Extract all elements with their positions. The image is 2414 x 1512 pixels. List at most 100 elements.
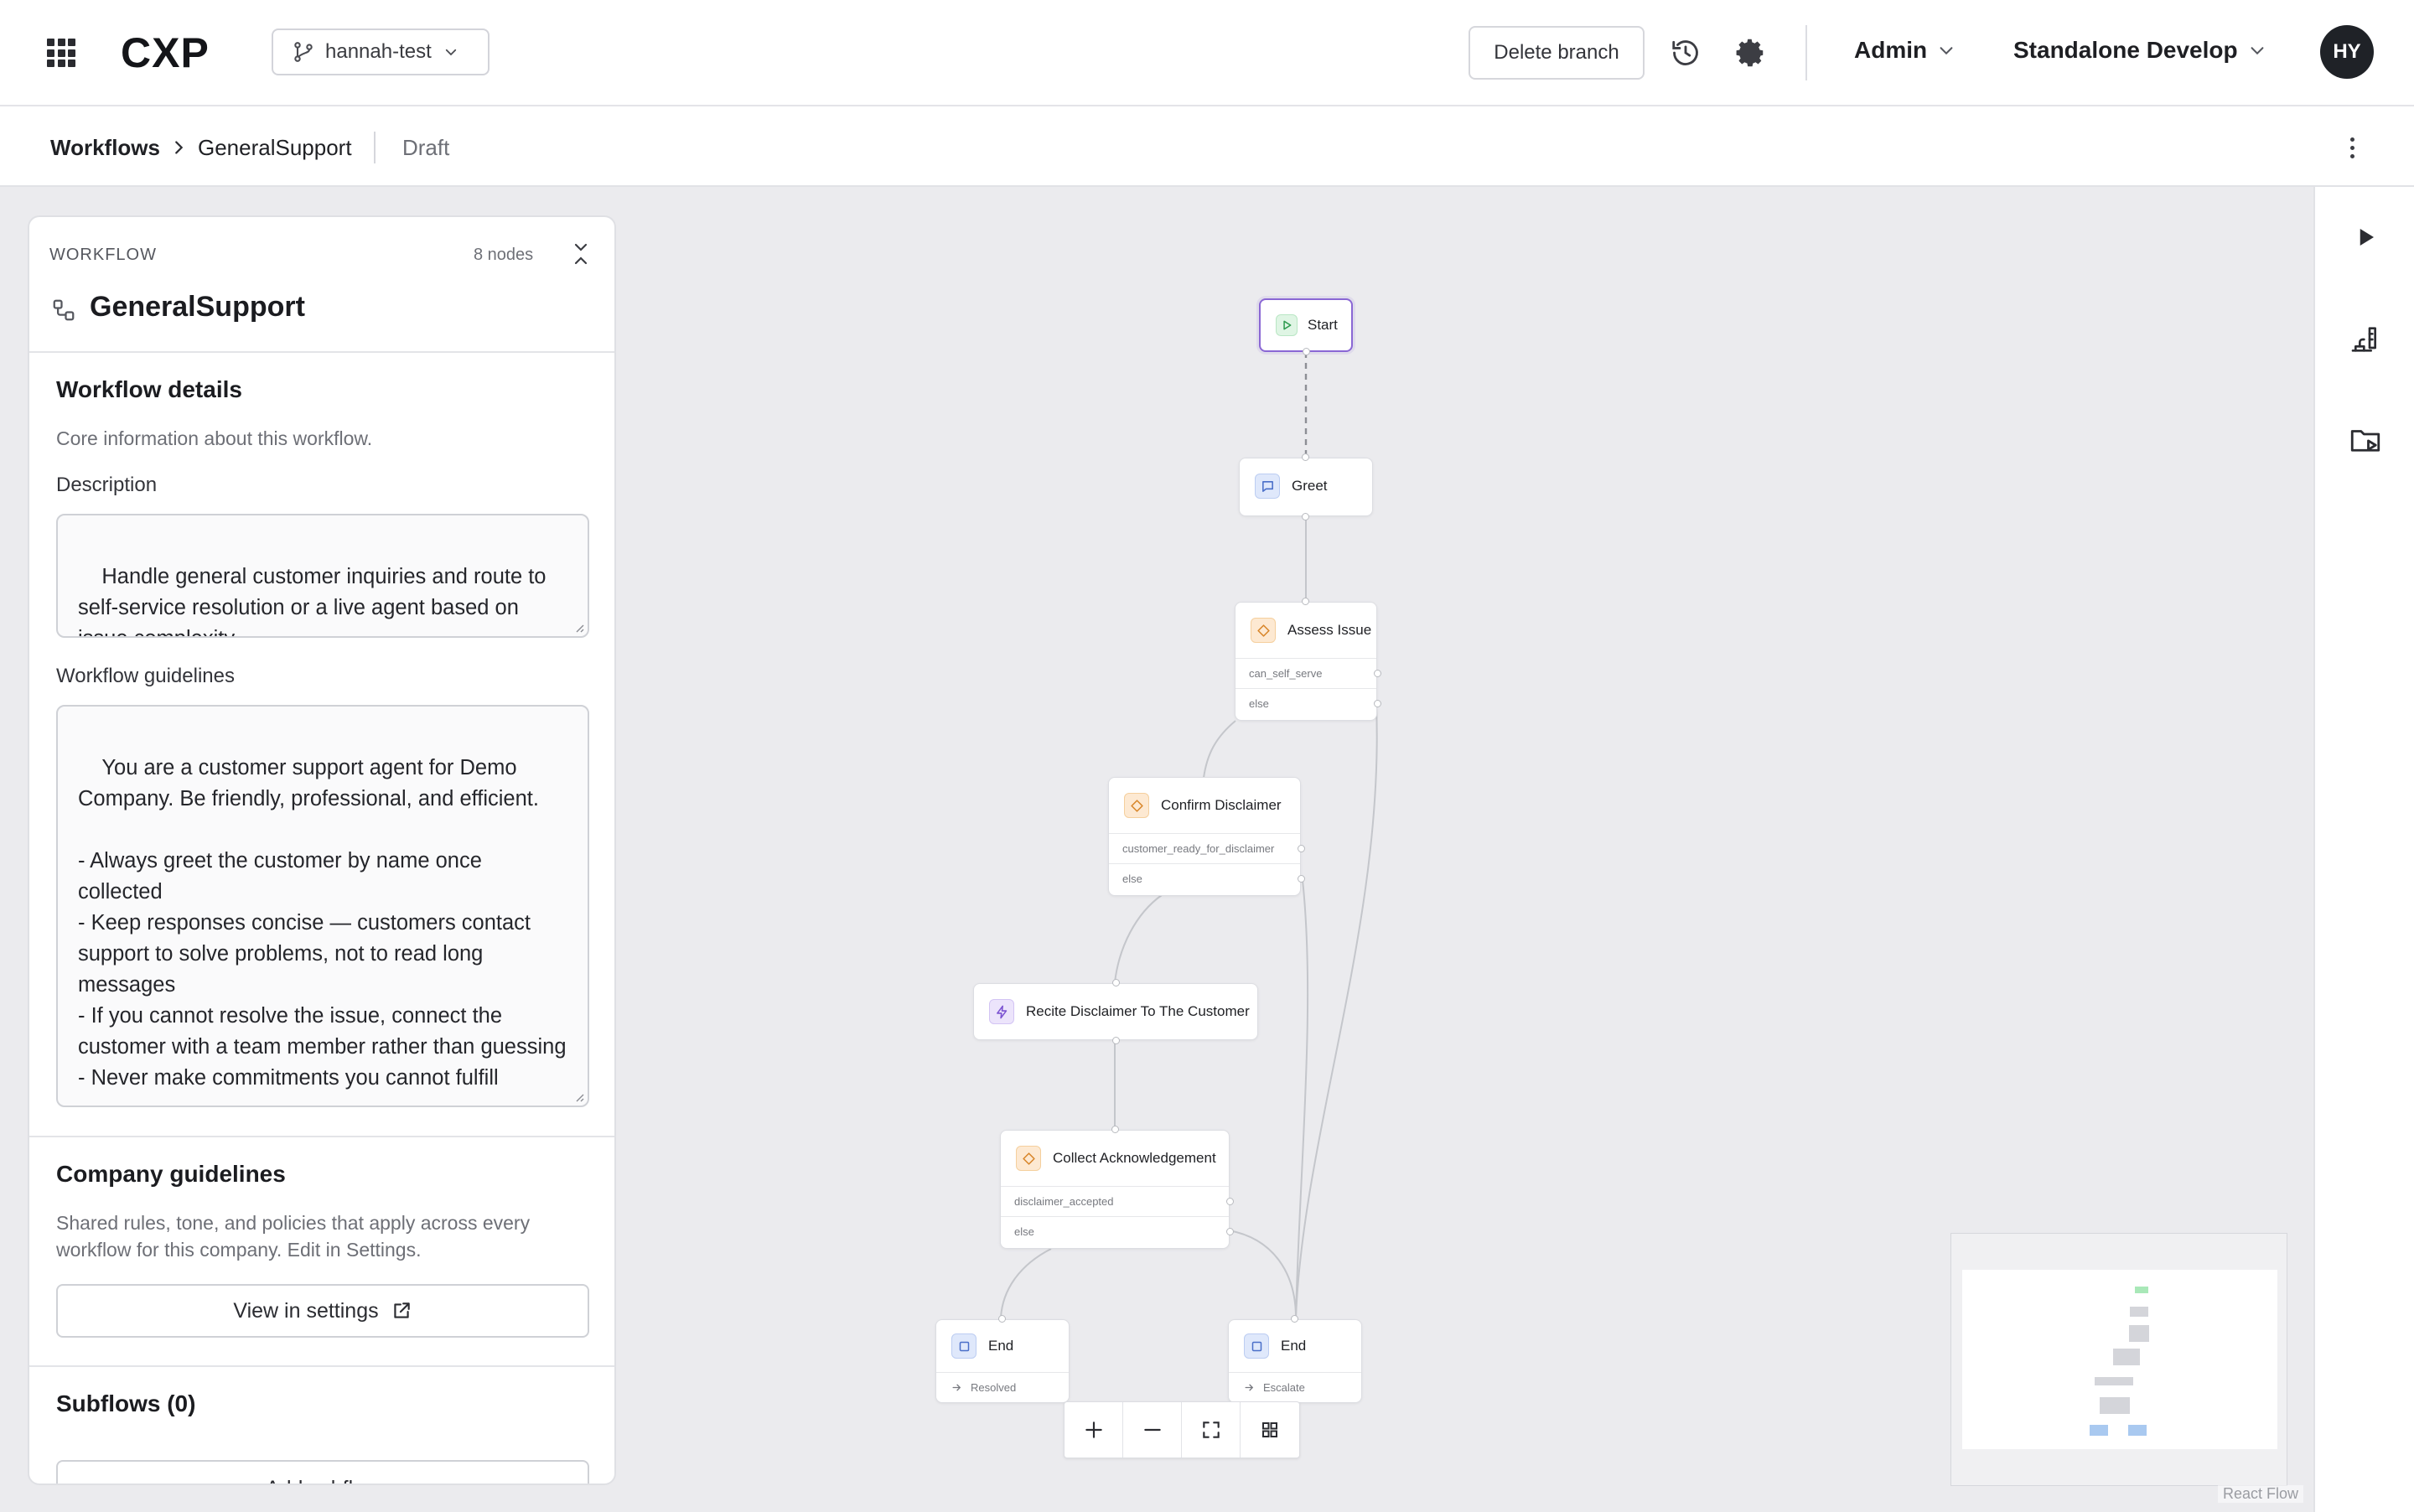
workflow-panel: WORKFLOW 8 nodes GeneralSupport Workflow… [28,215,616,1485]
zoom-in-button[interactable] [1065,1402,1123,1458]
node-branch: can_self_serve [1235,658,1381,688]
collapse-icon [574,243,588,265]
description-value: Handle general customer inquiries and ro… [78,565,547,636]
delete-branch-button[interactable]: Delete branch [1469,26,1645,80]
panel-eyebrow: WORKFLOW [49,246,157,264]
node-handle[interactable] [1112,1037,1120,1044]
status-badge: Draft [402,135,450,160]
minimap-viewport [1962,1270,2277,1449]
node-recite-disclaimer[interactable]: Recite Disclaimer To The Customer [973,979,1258,1044]
branch-label: else [1249,697,1269,710]
admin-menu[interactable]: Admin [1854,37,1956,64]
breadcrumb-workflows[interactable]: Workflows [50,135,160,161]
decision-icon [1124,793,1149,818]
node-outcome: Resolved [936,1372,1069,1402]
node-end-resolved[interactable]: End Resolved [935,1315,1070,1403]
node-label: Confirm Disclaimer [1161,797,1282,813]
node-handle[interactable] [1298,875,1305,883]
node-label: Greet [1292,478,1328,494]
node-handle[interactable] [1298,845,1305,852]
collapse-panel-button[interactable] [566,239,596,269]
outcome-label: Resolved [971,1381,1017,1394]
add-subflow-button[interactable]: Add subflow [56,1460,589,1484]
node-handle[interactable] [1112,979,1120,986]
node-end-escalate[interactable]: End Escalate [1228,1315,1362,1403]
node-count: 8 nodes [474,246,534,264]
branch-label: else [1014,1225,1034,1238]
node-handle[interactable] [1374,670,1381,677]
company-guidelines-title: Company guidelines [56,1161,286,1187]
chevron-down-icon [445,49,456,56]
branch-name: hannah-test [325,40,432,63]
breadcrumb-divider [374,132,376,163]
node-handle[interactable] [1374,700,1381,707]
outcome-label: Escalate [1263,1381,1305,1394]
lightning-icon [989,999,1014,1024]
chevron-down-icon [1940,47,1953,55]
node-handle[interactable] [1226,1198,1234,1205]
node-handle[interactable] [1111,1126,1119,1133]
logo: CXP [121,29,210,76]
node-confirm-disclaimer[interactable]: Confirm Disclaimer customer_ready_for_di… [1108,777,1305,896]
chevron-right-icon [175,141,184,154]
minimap[interactable] [1950,1233,2287,1486]
node-label: Collect Acknowledgement [1053,1150,1216,1166]
toggle-grid-button[interactable] [1241,1402,1299,1458]
node-collect-acknowledgement[interactable]: Collect Acknowledgement disclaimer_accep… [1000,1126,1234,1249]
app-launcher-icon[interactable] [47,39,75,67]
subflows-title: Subflows (0) [56,1390,196,1416]
decision-icon [1251,618,1276,643]
avatar[interactable]: HY [2320,25,2374,79]
guidelines-field[interactable]: You are a customer support agent for Dem… [56,705,589,1107]
resize-grip-icon[interactable] [572,1090,584,1102]
node-greet[interactable]: Greet [1239,453,1373,520]
folder-play-icon [2350,430,2380,452]
panel-title: GeneralSupport [90,291,305,323]
decision-icon [1016,1146,1041,1171]
divider [29,1136,614,1137]
gear-icon[interactable] [1733,35,1769,70]
branch-label: can_self_serve [1249,667,1323,680]
node-handle[interactable] [1302,598,1309,605]
node-handle[interactable] [1303,348,1310,355]
node-label: Assess Issue [1287,622,1372,638]
divider [29,351,614,353]
branch-selector[interactable]: hannah-test [272,28,490,75]
view-in-settings-button[interactable]: View in settings [56,1284,589,1338]
right-rail [2313,187,2414,1512]
toolbar-divider [1805,25,1807,80]
fit-view-button[interactable] [1182,1402,1241,1458]
attribution[interactable]: React Flow [2218,1485,2304,1503]
minimap-node [2130,1307,2148,1317]
node-branch: else [1235,688,1381,718]
run-button[interactable] [2345,217,2386,257]
node-start[interactable]: Start [1259,298,1353,355]
minimap-node [2100,1397,2130,1414]
branch-label: else [1122,873,1142,885]
more-options-icon[interactable] [2342,132,2362,163]
branch-label: customer_ready_for_disclaimer [1122,842,1275,855]
node-handle[interactable] [1291,1315,1298,1323]
node-handle[interactable] [1302,453,1309,461]
node-assess-issue[interactable]: Assess Issue can_self_serve else [1235,598,1381,721]
node-handle[interactable] [1302,513,1309,520]
node-branch: else [1001,1216,1234,1246]
admin-menu-label: Admin [1854,37,1928,63]
environment-menu[interactable]: Standalone Develop [2013,37,2266,64]
chevron-down-icon [2251,47,2264,55]
flask-icon [2351,327,2376,352]
node-label: Recite Disclaimer To The Customer [1026,1003,1250,1019]
node-handle[interactable] [998,1315,1006,1323]
minimap-node [2090,1425,2108,1436]
description-field[interactable]: Handle general customer inquiries and ro… [56,514,589,638]
saved-runs-button[interactable] [2345,420,2386,460]
test-scenarios-button[interactable] [2345,319,2386,360]
node-label: Start [1308,317,1338,333]
breadcrumb: Workflows GeneralSupport Draft [0,106,2414,187]
zoom-out-button[interactable] [1123,1402,1182,1458]
history-icon[interactable] [1668,35,1703,70]
node-handle[interactable] [1226,1228,1234,1235]
resize-grip-icon[interactable] [572,621,584,633]
description-label: Description [56,474,158,496]
node-branch: disclaimer_accepted [1001,1186,1234,1216]
